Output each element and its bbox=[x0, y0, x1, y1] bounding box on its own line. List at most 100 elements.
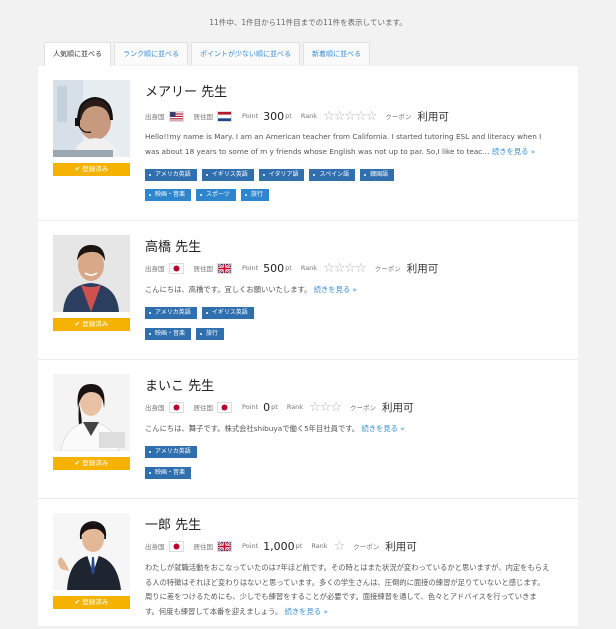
japan-flag-icon bbox=[168, 262, 184, 274]
tag-chip[interactable]: アメリカ英語 bbox=[145, 169, 197, 181]
read-more-link[interactable]: 続きを見る » bbox=[285, 607, 328, 616]
japan-flag-icon bbox=[168, 401, 184, 413]
point-value: 300 bbox=[263, 109, 285, 123]
read-more-link[interactable]: 続きを見る » bbox=[361, 424, 404, 433]
result-summary: 11件中、1件目から11件目までの11件を表示しています。 bbox=[209, 18, 407, 27]
coupon-status: 利用可 bbox=[382, 401, 414, 414]
tag-chip[interactable]: 映画・音楽 bbox=[145, 467, 192, 479]
coupon-status: 利用可 bbox=[406, 262, 439, 275]
check-icon: ✔ bbox=[74, 320, 81, 328]
point-unit: pt bbox=[271, 403, 278, 411]
point-label: Point bbox=[242, 542, 259, 550]
tag-chip[interactable]: イギリス英語 bbox=[201, 169, 254, 181]
tab-sort-rank[interactable]: ランク順に並べる bbox=[114, 42, 188, 65]
rank-label: Rank bbox=[311, 542, 328, 550]
teacher-name[interactable]: 高橋 先生 bbox=[145, 236, 201, 255]
teacher-card: ✔ 登録済み 高橋 先生 出身国 居住国 Point 500 pt Rank ☆… bbox=[38, 221, 578, 360]
description-text: わたしが就職活動をおこなっていたのは7年ほど前です。その時とはまた状況が変わって… bbox=[145, 563, 550, 616]
description-text: Hello!!my name is Mary. I am an American… bbox=[145, 132, 542, 156]
coupon-label: クーポン bbox=[385, 113, 412, 121]
registered-label: 登録済み bbox=[82, 320, 109, 328]
tab-sort-newest[interactable]: 新着順に並べる bbox=[303, 42, 370, 65]
description-text: こんにちは、高橋です。宜しくお願いいたします。 bbox=[145, 285, 312, 294]
origin-label: 出身国 bbox=[145, 265, 165, 273]
check-icon: ✔ bbox=[74, 165, 81, 173]
description-text: こんにちは、舞子です。株式会社shibuyaで働く5年目社員です。 bbox=[145, 424, 360, 433]
point-unit: pt bbox=[285, 112, 292, 120]
teacher-card: ✔ 登録済み メアリー 先生 出身国 居住国 Point 300 pt Rank… bbox=[38, 66, 578, 221]
teacher-photo[interactable] bbox=[53, 513, 130, 590]
tag-chip[interactable]: 旅行 bbox=[240, 189, 269, 201]
teacher-card: ✔ 登録済み まいこ 先生 出身国 居住国 Point 0 pt Rank ☆☆… bbox=[38, 360, 578, 499]
point-unit: pt bbox=[295, 542, 303, 550]
teacher-meta: 出身国 居住国 Point 0 pt Rank ☆☆☆ クーポン 利用可 bbox=[145, 400, 414, 415]
tag-chip[interactable]: スペイン語 bbox=[309, 169, 356, 181]
tag-chip[interactable]: スポーツ bbox=[196, 189, 236, 201]
point-value: 0 bbox=[263, 400, 271, 414]
tag-chip[interactable]: 旅行 bbox=[196, 328, 225, 340]
teacher-meta: 出身国 居住国 Point 500 pt Rank ☆☆☆☆ クーポン 利用可 bbox=[145, 260, 439, 276]
teacher-photo[interactable] bbox=[53, 235, 130, 312]
teacher-list: ✔ 登録済み メアリー 先生 出身国 居住国 Point 300 pt Rank… bbox=[38, 66, 578, 626]
registered-badge: ✔ 登録済み bbox=[53, 596, 130, 609]
tag-chip[interactable]: 映画・音楽 bbox=[145, 328, 192, 340]
tab-sort-popular[interactable]: 人気順に並べる bbox=[44, 42, 111, 66]
teacher-photo[interactable] bbox=[53, 80, 130, 157]
rank-label: Rank bbox=[300, 264, 318, 272]
tag-list-interests: 映画・音楽 スポーツ 旅行 bbox=[145, 189, 565, 201]
point-value: 1,000 bbox=[263, 539, 295, 553]
point-unit: pt bbox=[285, 264, 292, 272]
registered-label: 登録済み bbox=[82, 598, 109, 606]
tag-list: アメリカ英語 イギリス英語 イタリア語 スペイン語 韓国語 bbox=[145, 169, 565, 181]
check-icon: ✔ bbox=[74, 459, 81, 467]
tag-chip[interactable]: 映画・音楽 bbox=[145, 189, 192, 201]
tag-chip[interactable]: アメリカ英語 bbox=[145, 307, 197, 319]
tag-chip[interactable]: アメリカ英語 bbox=[145, 446, 197, 458]
registered-badge: ✔ 登録済み bbox=[53, 318, 130, 331]
tag-chip[interactable]: イギリス英語 bbox=[201, 307, 254, 319]
teacher-meta: 出身国 居住国 Point 300 pt Rank ☆☆☆☆☆ クーポン 利用可 bbox=[145, 108, 449, 124]
tag-list-interests: 映画・音楽 bbox=[145, 467, 565, 479]
coupon-status: 利用可 bbox=[417, 110, 449, 123]
teacher-name[interactable]: 一郎 先生 bbox=[145, 514, 201, 533]
coupon-label: クーポン bbox=[374, 265, 401, 273]
tag-chip[interactable]: 韓国語 bbox=[360, 169, 395, 181]
tag-list: アメリカ英語 bbox=[145, 446, 565, 458]
read-more-link[interactable]: 続きを見る » bbox=[314, 285, 357, 294]
residence-label: 居住国 bbox=[193, 265, 214, 273]
rank-stars: ☆☆☆☆ bbox=[323, 260, 367, 276]
rank-stars: ☆ bbox=[333, 538, 346, 554]
teacher-name[interactable]: メアリー 先生 bbox=[145, 81, 227, 100]
teacher-name[interactable]: まいこ 先生 bbox=[145, 375, 214, 394]
coupon-status: 利用可 bbox=[385, 540, 417, 553]
registered-badge: ✔ 登録済み bbox=[53, 163, 130, 176]
teacher-description: Hello!!my name is Mary. I am an American… bbox=[145, 130, 547, 159]
uk-flag-icon bbox=[217, 540, 232, 552]
tag-chip[interactable]: イタリア語 bbox=[258, 169, 305, 181]
residence-label: 居住国 bbox=[193, 113, 214, 121]
sort-tabs: 人気順に並べる ランク順に並べる ポイントが少ない順に並べる 新着順に並べる bbox=[44, 42, 370, 66]
origin-label: 出身国 bbox=[145, 404, 165, 412]
tab-sort-points[interactable]: ポイントが少ない順に並べる bbox=[191, 42, 300, 65]
teacher-meta: 出身国 居住国 Point 1,000 pt Rank ☆ クーポン 利用可 bbox=[145, 538, 417, 554]
teacher-description: わたしが就職活動をおこなっていたのは7年ほど前です。その時とはまた状況が変わって… bbox=[145, 561, 550, 619]
teacher-description: こんにちは、舞子です。株式会社shibuyaで働く5年目社員です。 続きを見る … bbox=[145, 422, 547, 437]
tag-list: アメリカ英語 イギリス英語 bbox=[145, 307, 565, 319]
read-more-link[interactable]: 続きを見る » bbox=[492, 147, 535, 156]
uk-flag-icon bbox=[217, 262, 232, 274]
registered-badge: ✔ 登録済み bbox=[53, 457, 130, 470]
point-label: Point bbox=[242, 112, 259, 120]
teacher-card: ✔ 登録済み 一郎 先生 出身国 居住国 Point 1,000 pt Rank… bbox=[38, 499, 578, 629]
teacher-description: こんにちは、高橋です。宜しくお願いいたします。 続きを見る » bbox=[145, 283, 547, 298]
japan-flag-icon bbox=[217, 401, 232, 413]
point-label: Point bbox=[242, 403, 259, 411]
rank-label: Rank bbox=[286, 403, 304, 411]
point-label: Point bbox=[242, 264, 259, 272]
usa-flag-icon bbox=[168, 110, 184, 122]
check-icon: ✔ bbox=[74, 598, 81, 606]
coupon-label: クーポン bbox=[353, 543, 380, 551]
rank-stars: ☆☆☆☆☆ bbox=[323, 108, 377, 124]
point-value: 500 bbox=[263, 261, 285, 275]
teacher-photo[interactable] bbox=[53, 374, 130, 451]
netherlands-flag-icon bbox=[217, 110, 232, 122]
